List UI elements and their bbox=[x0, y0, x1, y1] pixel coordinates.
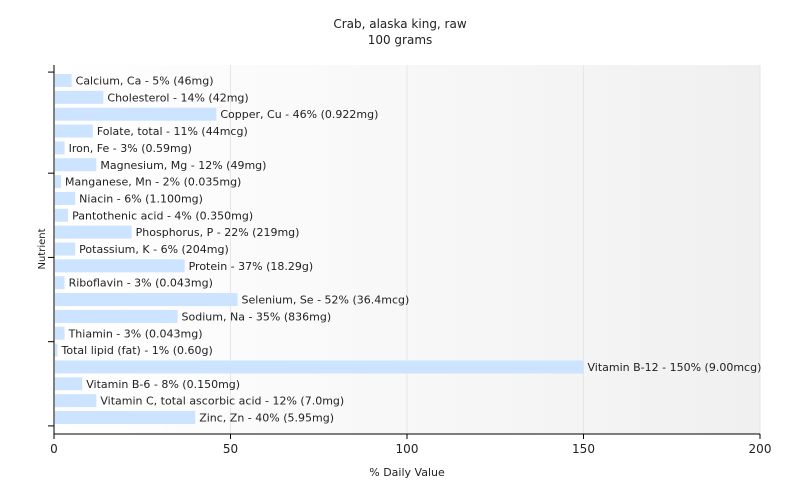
bar bbox=[55, 225, 132, 239]
bar-label: Potassium, K - 6% (204mg) bbox=[79, 243, 229, 256]
bar bbox=[55, 90, 104, 104]
bar-label: Cholesterol - 14% (42mg) bbox=[107, 91, 248, 104]
x-tick-label: 100 bbox=[396, 442, 419, 456]
bar bbox=[55, 394, 97, 408]
bar-label: Vitamin B-6 - 8% (0.150mg) bbox=[86, 378, 240, 391]
bar-label: Riboflavin - 3% (0.043mg) bbox=[69, 277, 213, 290]
bar bbox=[55, 276, 65, 290]
bar bbox=[55, 411, 196, 424]
bar-label: Iron, Fe - 3% (0.59mg) bbox=[69, 142, 192, 155]
x-tick-label: 200 bbox=[749, 442, 772, 456]
y-axis-title: Nutrient bbox=[37, 228, 48, 269]
y-axis-ticks bbox=[48, 71, 54, 427]
bar bbox=[55, 191, 76, 205]
bar-label: Protein - 37% (18.29g) bbox=[189, 260, 314, 273]
bar-label: Sodium, Na - 35% (836mg) bbox=[182, 310, 332, 323]
bar-label: Vitamin C, total ascorbic acid - 12% (7.… bbox=[100, 395, 344, 408]
bar-label: Total lipid (fat) - 1% (0.60g) bbox=[61, 344, 213, 357]
bar bbox=[55, 309, 178, 323]
bar-label: Calcium, Ca - 5% (46mg) bbox=[76, 75, 214, 88]
bar bbox=[55, 208, 69, 222]
chart-title: Crab, alaska king, raw bbox=[333, 17, 467, 31]
bar bbox=[55, 242, 76, 256]
chart-subtitle: 100 grams bbox=[368, 33, 433, 47]
chart: Crab, alaska king, raw 100 grams Calcium… bbox=[37, 17, 771, 479]
bar-label: Niacin - 6% (1.100mg) bbox=[79, 192, 203, 205]
bar bbox=[55, 326, 65, 340]
bar-label: Manganese, Mn - 2% (0.035mg) bbox=[65, 176, 241, 189]
bar bbox=[55, 360, 584, 374]
bar-label: Zinc, Zn - 40% (5.95mg) bbox=[199, 412, 334, 425]
bar-label: Vitamin B-12 - 150% (9.00mcg) bbox=[588, 361, 762, 374]
x-tick-label: 150 bbox=[572, 442, 595, 456]
bar-label: Selenium, Se - 52% (36.4mcg) bbox=[242, 294, 410, 307]
bar-label: Folate, total - 11% (44mcg) bbox=[97, 125, 248, 138]
x-axis-ticks: 0 50 100 150 200 bbox=[50, 434, 771, 456]
bar bbox=[55, 377, 83, 391]
bar bbox=[55, 141, 65, 155]
bar bbox=[55, 175, 62, 189]
x-tick-label: 50 bbox=[223, 442, 238, 456]
bar bbox=[55, 107, 217, 121]
bar-label: Phosphorus, P - 22% (219mg) bbox=[136, 226, 300, 239]
bar bbox=[55, 293, 238, 307]
x-tick-label: 0 bbox=[50, 442, 58, 456]
x-axis-title: % Daily Value bbox=[369, 466, 445, 479]
bar-label: Pantothenic acid - 4% (0.350mg) bbox=[72, 209, 253, 222]
bar bbox=[55, 343, 58, 357]
bar-label: Magnesium, Mg - 12% (49mg) bbox=[100, 159, 266, 172]
bar-label: Copper, Cu - 46% (0.922mg) bbox=[220, 108, 378, 121]
bar bbox=[55, 259, 185, 273]
bar bbox=[55, 158, 97, 172]
bar bbox=[55, 124, 93, 138]
bar bbox=[55, 74, 72, 87]
bar-label: Thiamin - 3% (0.043mg) bbox=[68, 327, 203, 340]
